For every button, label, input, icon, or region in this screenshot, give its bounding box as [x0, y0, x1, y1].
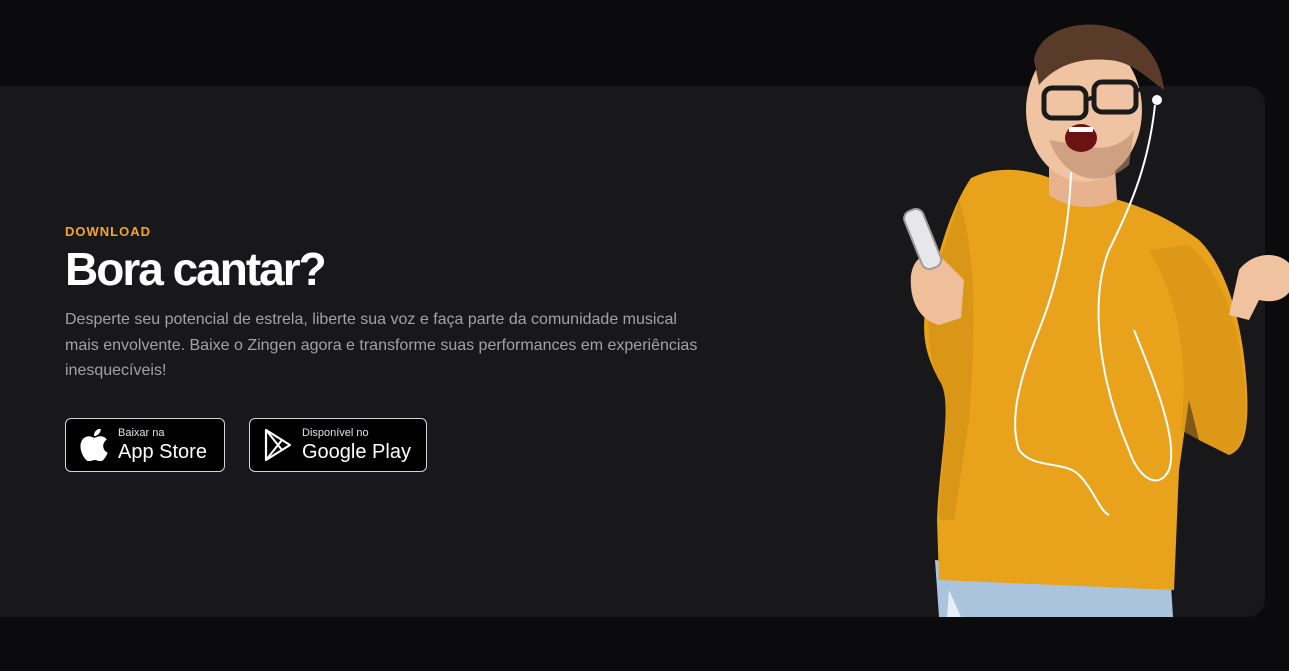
google-play-small-label: Disponível no: [302, 426, 369, 439]
section-eyebrow: DOWNLOAD: [65, 224, 151, 239]
store-buttons: Baixar na App Store Disponível no Google…: [65, 417, 725, 472]
app-store-text: Baixar na App Store: [118, 426, 207, 463]
google-play-button[interactable]: Disponível no Google Play: [249, 417, 427, 472]
download-content: DOWNLOAD Bora cantar? Desperte seu poten…: [65, 224, 725, 472]
section-title: Bora cantar?: [65, 243, 327, 295]
app-store-label: App Store: [118, 440, 207, 463]
section-description: Desperte seu potencial de estrela, liber…: [65, 311, 698, 379]
download-section: DOWNLOAD Bora cantar? Desperte seu poten…: [0, 0, 1289, 671]
app-store-button[interactable]: Baixar na App Store: [65, 417, 225, 472]
apple-icon: [78, 428, 110, 462]
google-play-icon: [262, 428, 294, 462]
app-store-small-label: Baixar na: [118, 426, 165, 439]
google-play-text: Disponível no Google Play: [302, 426, 411, 463]
singing-man-image: [903, 24, 1289, 617]
google-play-label: Google Play: [302, 440, 411, 463]
